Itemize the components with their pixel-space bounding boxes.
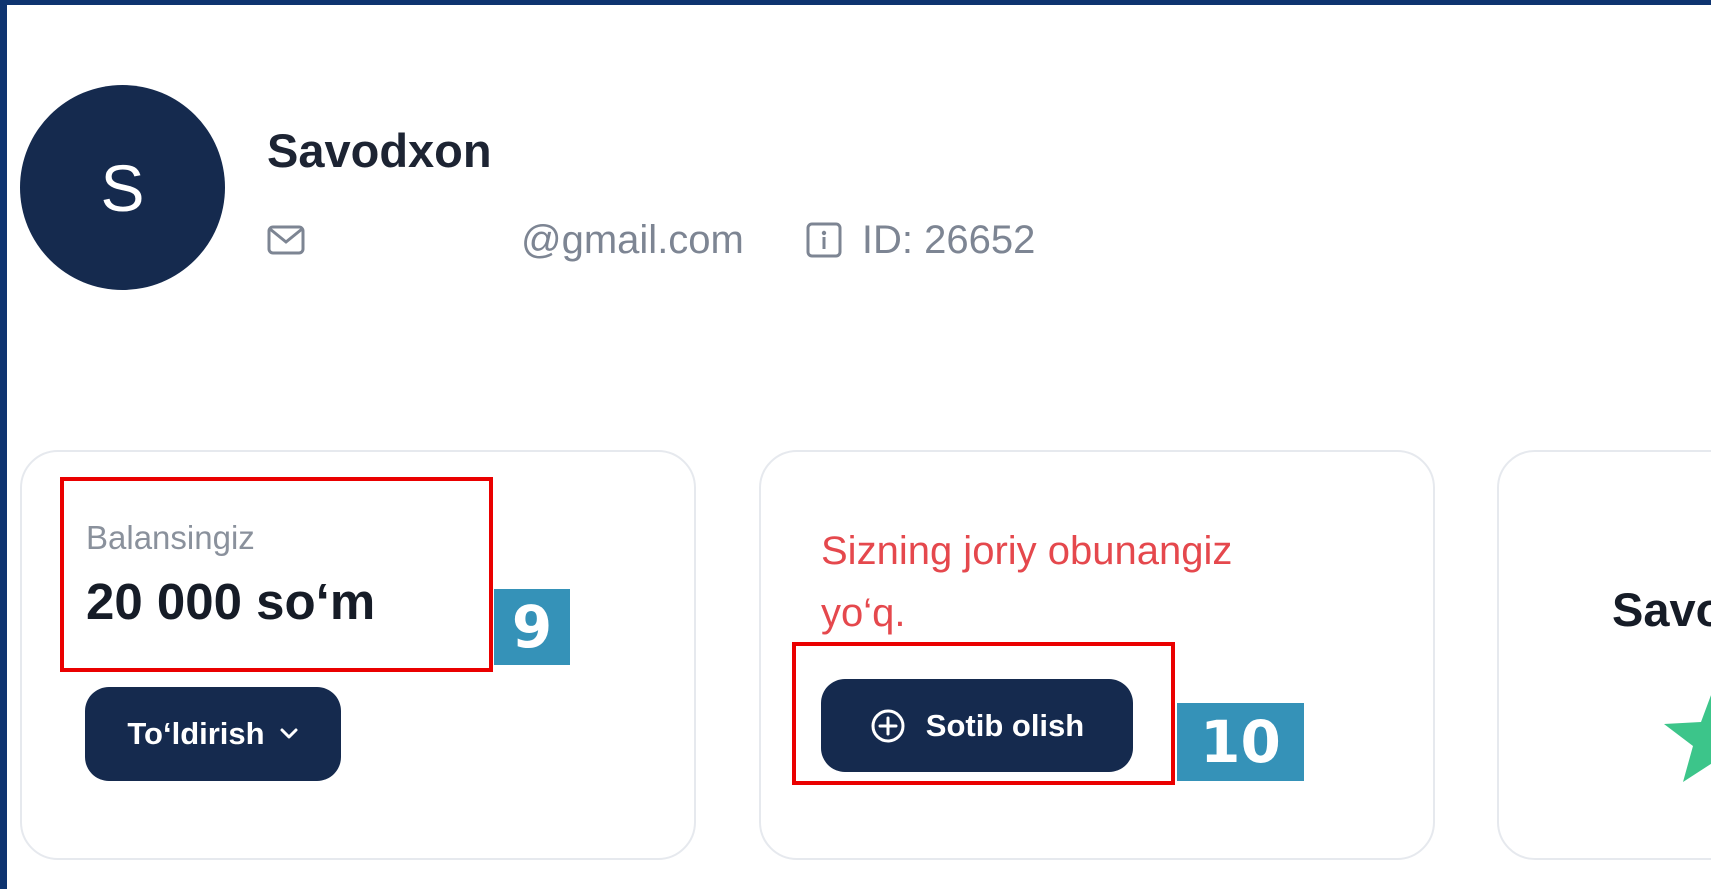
annotation-badge-9: 9: [494, 589, 570, 665]
contact-row: @gmail.com ID: 26652: [267, 217, 1035, 263]
avatar-letter: S: [100, 150, 145, 225]
highlight-box-10: [792, 642, 1175, 785]
topup-label: To‘ldirish: [127, 716, 265, 751]
profile-page: S Savodxon @gmail.com ID: 26652 Balansin…: [7, 5, 1711, 889]
highlight-box-9: [60, 477, 493, 672]
star-icon: [1659, 682, 1711, 792]
annotation-badge-10: 10: [1177, 703, 1304, 781]
user-name: Savodxon: [267, 124, 492, 177]
info-icon: [806, 222, 842, 258]
topup-button[interactable]: To‘ldirish: [85, 687, 341, 781]
product-title: Savo: [1612, 583, 1711, 636]
mail-icon: [267, 225, 305, 255]
avatar: S: [20, 85, 225, 290]
product-card: Savo: [1497, 450, 1711, 860]
user-id: ID: 26652: [861, 217, 1036, 262]
chevron-down-icon: [279, 727, 299, 741]
email-text: @gmail.com: [521, 217, 744, 262]
subscription-status: Sizning joriy obunangiz yo‘q.: [821, 529, 1233, 635]
